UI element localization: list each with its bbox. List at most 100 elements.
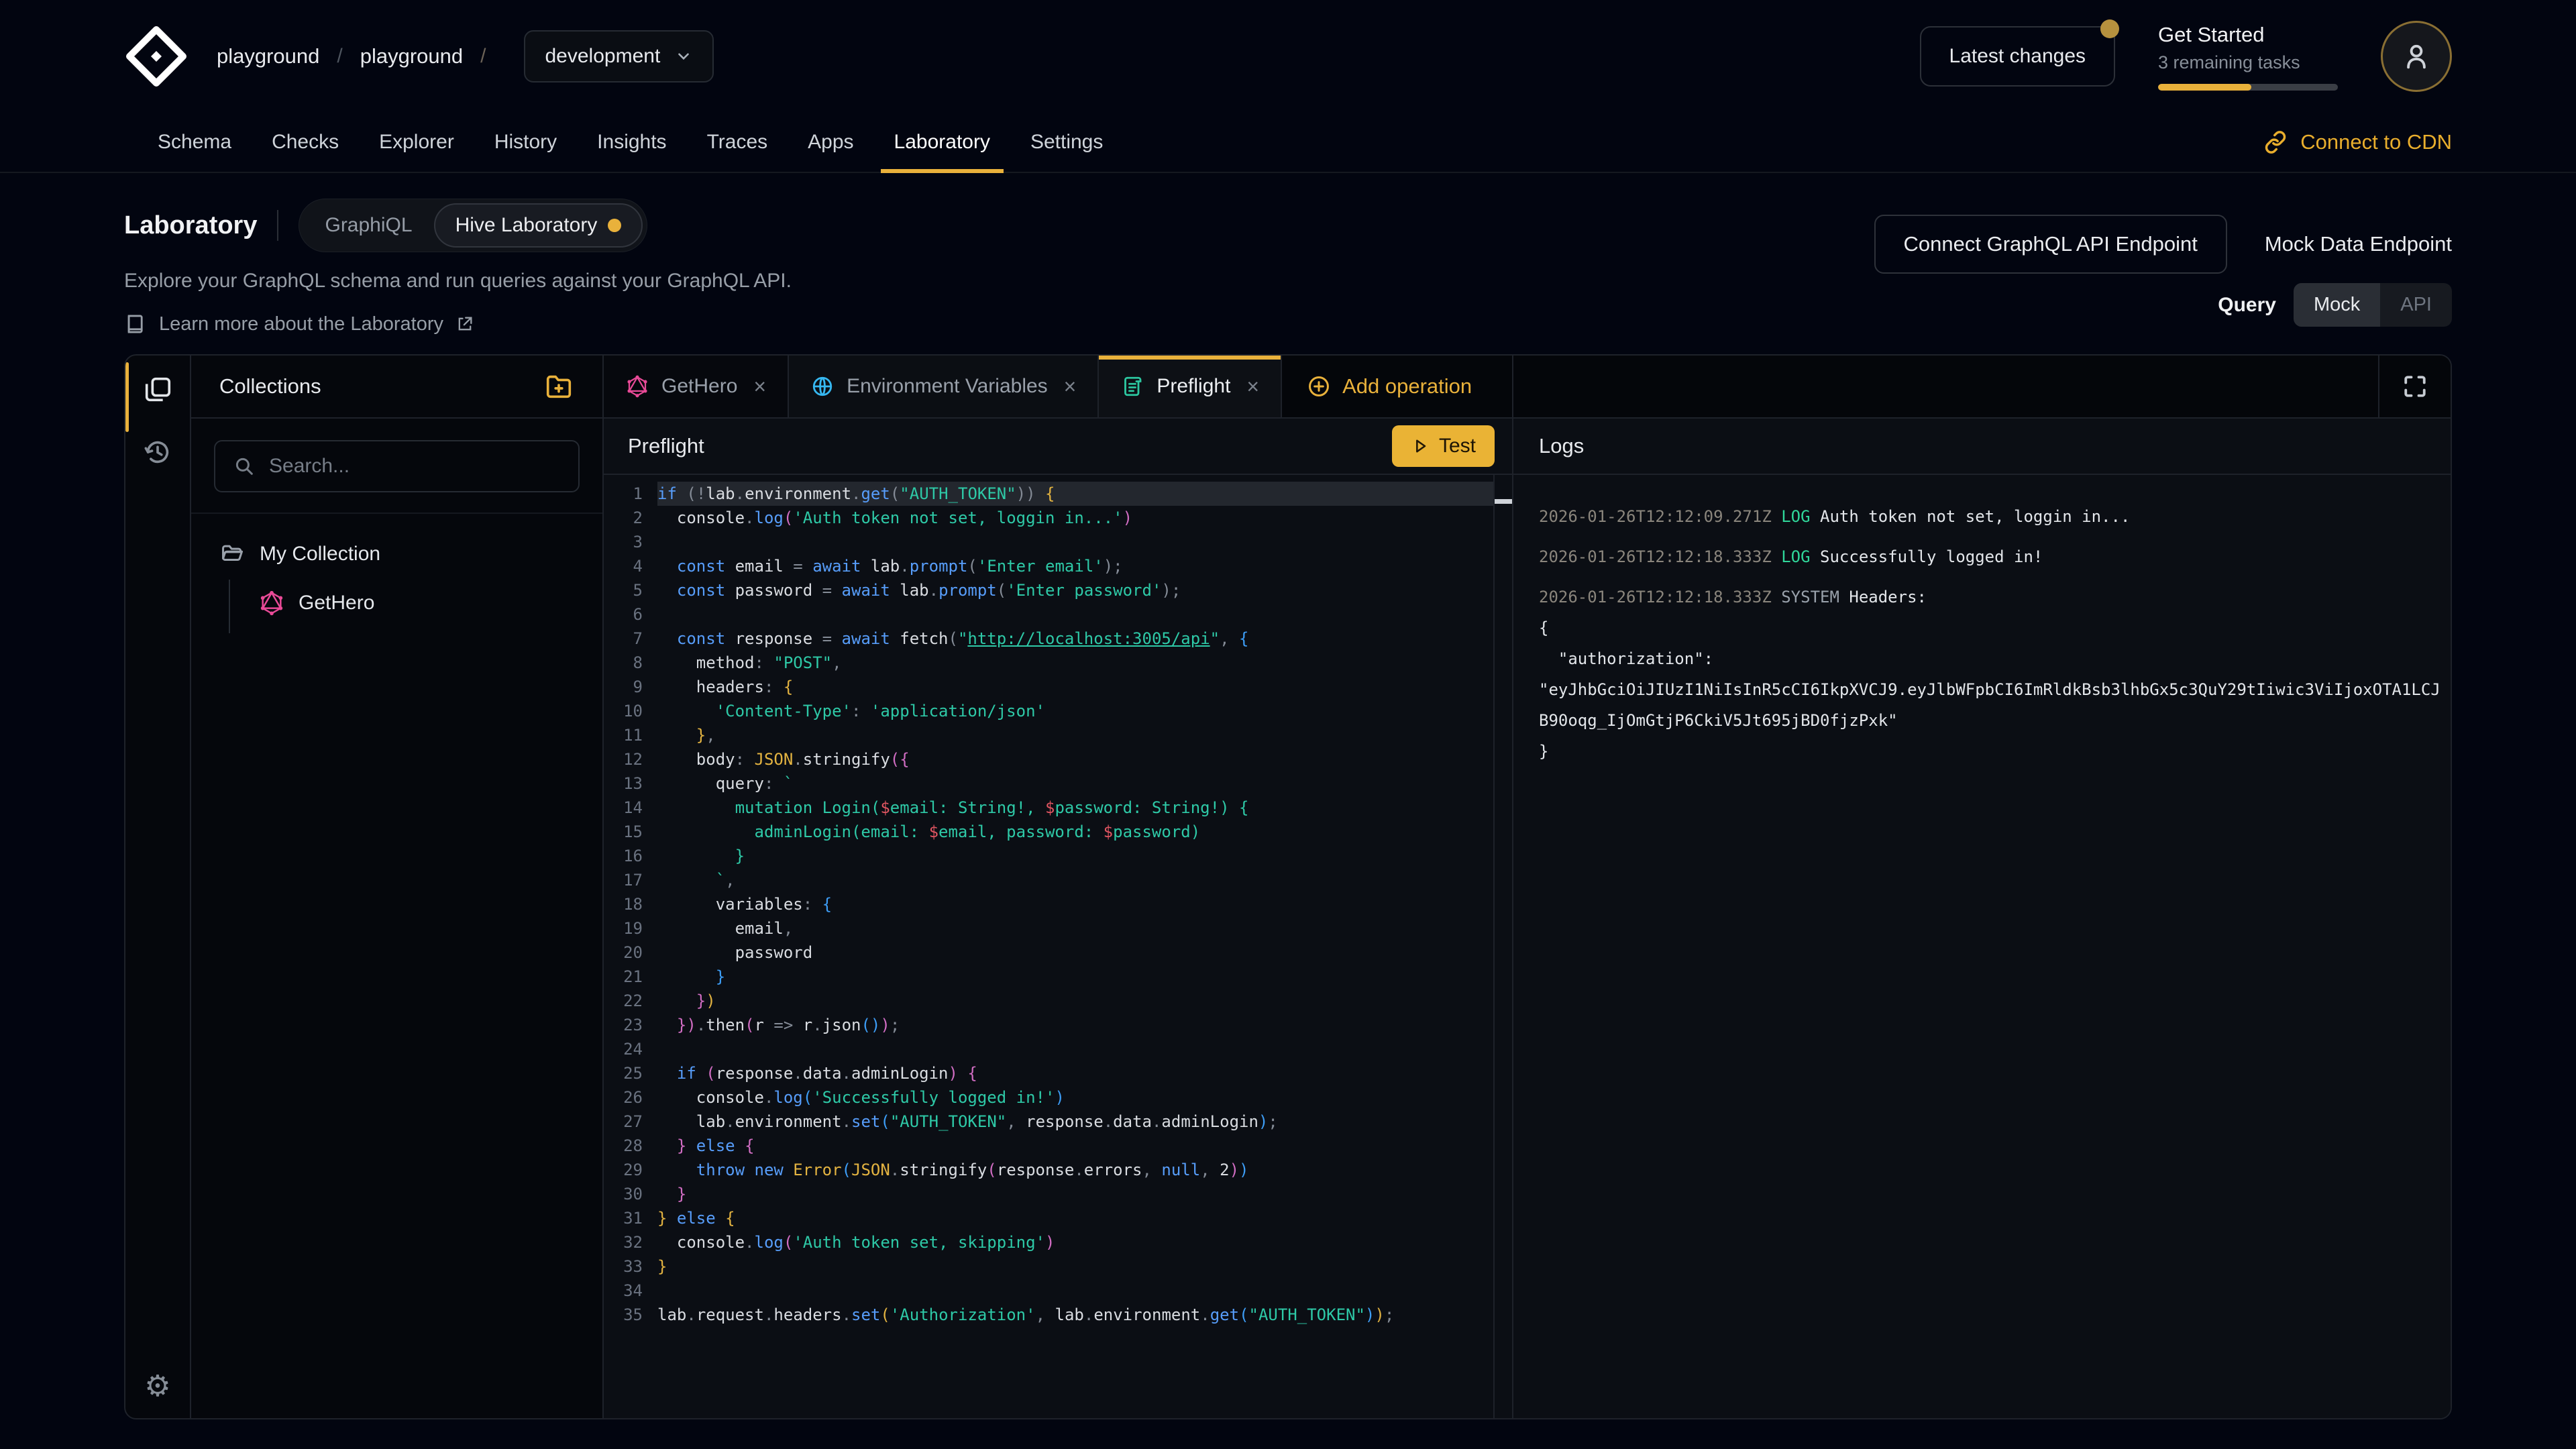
line-number: 13 — [604, 771, 643, 796]
nav-item-apps[interactable]: Apps — [788, 113, 873, 172]
mock-data-endpoint-button[interactable]: Mock Data Endpoint — [2265, 232, 2452, 256]
code-line-12[interactable]: 12 body: JSON.stringify({ — [604, 747, 1512, 771]
tab-label: GetHero — [661, 375, 737, 398]
latest-changes-label: Latest changes — [1949, 45, 2086, 67]
nav-item-history[interactable]: History — [474, 113, 577, 172]
nav-item-explorer[interactable]: Explorer — [359, 113, 474, 172]
code-line-18[interactable]: 18 variables: { — [604, 892, 1512, 916]
editor-panel: GetHero × Environment Variables × Prefli… — [604, 356, 1513, 1418]
new-collection-folder-icon[interactable] — [543, 371, 574, 402]
test-button[interactable]: Test — [1392, 425, 1495, 467]
toggle-graphiql[interactable]: GraphiQL — [303, 203, 433, 248]
get-started-widget[interactable]: Get Started 3 remaining tasks — [2158, 23, 2338, 91]
query-option-api[interactable]: API — [2380, 283, 2452, 327]
code-line-16[interactable]: 16 } — [604, 844, 1512, 868]
code-line-8[interactable]: 8 method: "POST", — [604, 651, 1512, 675]
tab-label: Environment Variables — [847, 375, 1048, 398]
code-line-10[interactable]: 10 'Content-Type': 'application/json' — [604, 699, 1512, 723]
nav-item-laboratory[interactable]: Laboratory — [874, 113, 1010, 172]
code-line-14[interactable]: 14 mutation Login($email: String!, $pass… — [604, 796, 1512, 820]
tab-gethero[interactable]: GetHero × — [604, 356, 789, 417]
close-icon[interactable]: × — [753, 374, 766, 399]
code-line-19[interactable]: 19 email, — [604, 916, 1512, 941]
user-avatar[interactable] — [2381, 21, 2452, 92]
toggle-hive-laboratory[interactable]: Hive Laboratory — [434, 203, 643, 248]
line-number: 8 — [604, 651, 643, 675]
line-number: 1 — [604, 482, 643, 506]
code-line-30[interactable]: 30 } — [604, 1182, 1512, 1206]
logs-title: Logs — [1539, 434, 1584, 458]
close-icon[interactable]: × — [1246, 374, 1259, 399]
nav-item-insights[interactable]: Insights — [577, 113, 686, 172]
breadcrumb: playground / playground / — [217, 44, 504, 68]
code-line-15[interactable]: 15 adminLogin(email: $email, password: $… — [604, 820, 1512, 844]
code-line-25[interactable]: 25 if (response.data.adminLogin) { — [604, 1061, 1512, 1085]
code-line-4[interactable]: 4 const email = await lab.prompt('Enter … — [604, 554, 1512, 578]
search-input[interactable] — [269, 455, 561, 478]
code-line-20[interactable]: 20 password — [604, 941, 1512, 965]
history-icon[interactable] — [142, 436, 174, 468]
connect-cdn-link[interactable]: Connect to CDN — [2263, 129, 2452, 155]
nav-item-schema[interactable]: Schema — [138, 113, 252, 172]
nav-item-traces[interactable]: Traces — [687, 113, 788, 172]
latest-changes-button[interactable]: Latest changes — [1920, 26, 2115, 87]
nav-item-settings[interactable]: Settings — [1010, 113, 1123, 172]
line-number: 16 — [604, 844, 643, 868]
line-number: 12 — [604, 747, 643, 771]
code-line-29[interactable]: 29 throw new Error(JSON.stringify(respon… — [604, 1158, 1512, 1182]
collections-search[interactable] — [214, 440, 580, 492]
code-line-2[interactable]: 2 console.log('Auth token not set, loggi… — [604, 506, 1512, 530]
notification-dot — [2100, 19, 2119, 38]
code-line-13[interactable]: 13 query: ` — [604, 771, 1512, 796]
code-line-28[interactable]: 28 } else { — [604, 1134, 1512, 1158]
code-line-5[interactable]: 5 const password = await lab.prompt('Ent… — [604, 578, 1512, 602]
code-line-23[interactable]: 23 }).then(r => r.json()); — [604, 1013, 1512, 1037]
line-number: 15 — [604, 820, 643, 844]
breadcrumb-org[interactable]: playground — [217, 44, 319, 68]
breadcrumb-project[interactable]: playground — [360, 44, 463, 68]
connect-graphql-endpoint-button[interactable]: Connect GraphQL API Endpoint — [1874, 215, 2227, 274]
operation-row-gethero[interactable]: GetHero — [258, 580, 574, 627]
overview-ruler — [1493, 475, 1495, 1418]
code-line-32[interactable]: 32 console.log('Auth token set, skipping… — [604, 1230, 1512, 1254]
tab-preflight[interactable]: Preflight × — [1099, 356, 1282, 417]
code-line-11[interactable]: 11 }, — [604, 723, 1512, 747]
get-started-subtitle: 3 remaining tasks — [2158, 52, 2338, 73]
graphql-icon — [258, 590, 285, 616]
collection-folder-row[interactable]: My Collection — [219, 533, 574, 576]
learn-more-link[interactable]: Learn more about the Laboratory — [124, 313, 2452, 335]
target-selector[interactable]: development — [524, 30, 714, 83]
get-started-progressbar — [2158, 84, 2338, 91]
code-line-1[interactable]: 1if (!lab.environment.get("AUTH_TOKEN"))… — [604, 482, 1512, 506]
hive-logo-icon[interactable] — [124, 24, 189, 89]
code-line-35[interactable]: 35lab.request.headers.set('Authorization… — [604, 1303, 1512, 1327]
line-number: 6 — [604, 602, 643, 627]
code-line-3[interactable]: 3 — [604, 530, 1512, 554]
close-icon[interactable]: × — [1064, 374, 1077, 399]
code-line-7[interactable]: 7 const response = await fetch("http://l… — [604, 627, 1512, 651]
external-link-icon — [455, 315, 474, 333]
code-line-24[interactable]: 24 — [604, 1037, 1512, 1061]
code-line-6[interactable]: 6 — [604, 602, 1512, 627]
query-option-mock[interactable]: Mock — [2294, 283, 2380, 327]
tab-environment-variables[interactable]: Environment Variables × — [789, 356, 1099, 417]
settings-gear-icon[interactable]: ⚙ — [144, 1369, 170, 1403]
code-line-22[interactable]: 22 }) — [604, 989, 1512, 1013]
code-line-9[interactable]: 9 headers: { — [604, 675, 1512, 699]
code-line-34[interactable]: 34 — [604, 1279, 1512, 1303]
add-operation-button[interactable]: Add operation — [1282, 356, 1496, 417]
yellow-dot-icon — [608, 219, 621, 232]
code-line-33[interactable]: 33} — [604, 1254, 1512, 1279]
code-line-17[interactable]: 17 `, — [604, 868, 1512, 892]
code-line-27[interactable]: 27 lab.environment.set("AUTH_TOKEN", res… — [604, 1110, 1512, 1134]
nav-item-checks[interactable]: Checks — [252, 113, 359, 172]
code-line-21[interactable]: 21 } — [604, 965, 1512, 989]
preflight-code-editor[interactable]: 1if (!lab.environment.get("AUTH_TOKEN"))… — [604, 475, 1512, 1418]
collections-icon[interactable] — [142, 373, 174, 405]
code-line-26[interactable]: 26 console.log('Successfully logged in!'… — [604, 1085, 1512, 1110]
line-number: 3 — [604, 530, 643, 554]
globe-icon — [810, 374, 835, 398]
line-number: 30 — [604, 1182, 643, 1206]
fullscreen-button[interactable] — [2378, 356, 2451, 417]
code-line-31[interactable]: 31} else { — [604, 1206, 1512, 1230]
